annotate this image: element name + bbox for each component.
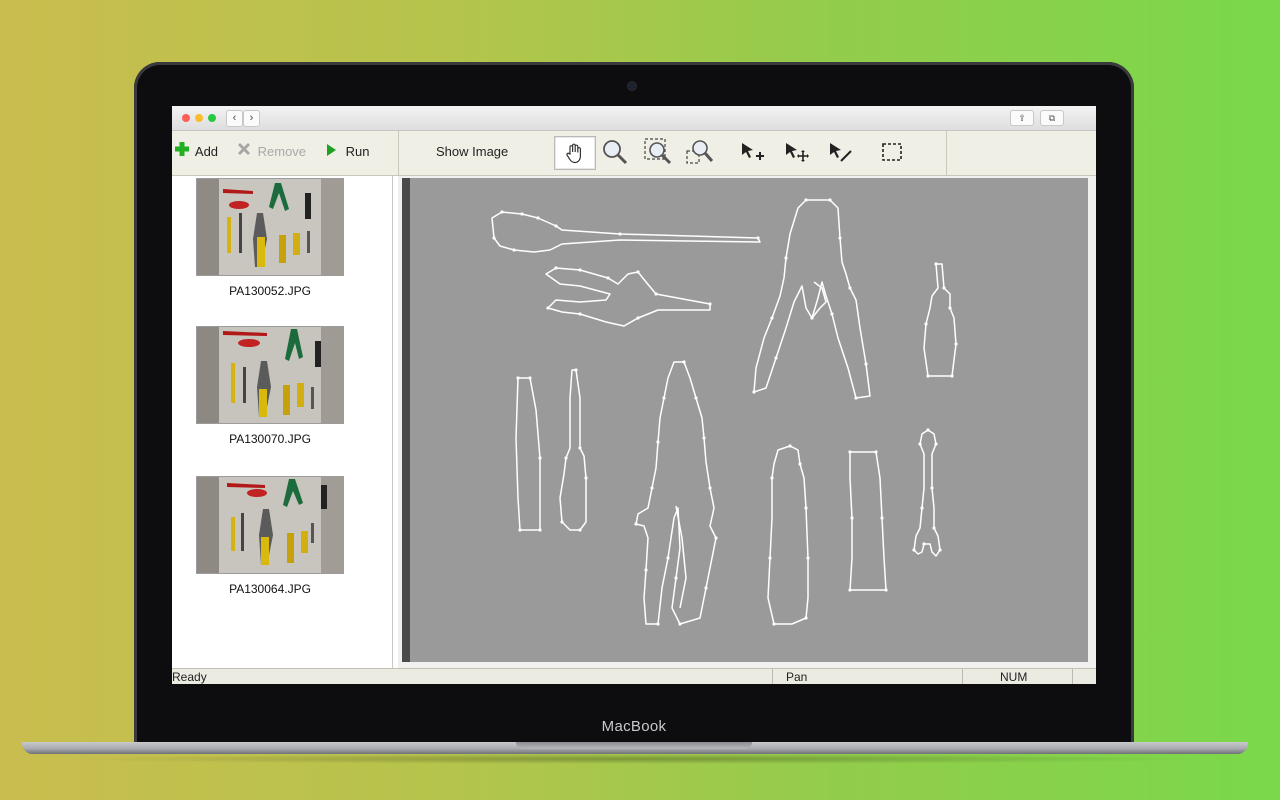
screwdriver-outline	[491, 211, 761, 253]
delete-point-tool-button[interactable]	[820, 136, 860, 168]
share-icon[interactable]: ⇪	[1010, 110, 1034, 126]
status-bar: Ready Pan NUM	[172, 668, 1096, 684]
laptop-notch	[516, 742, 752, 749]
small-screwdriver-outline	[923, 263, 957, 377]
close-window-button[interactable]	[182, 114, 190, 122]
zoom-out-tool-button[interactable]	[680, 136, 720, 168]
delete-point-icon	[830, 143, 852, 162]
vertical-screwdriver-outline	[559, 369, 587, 531]
utility-knife-outline	[767, 445, 809, 625]
long-pliers-inner-outline	[675, 505, 687, 609]
play-icon	[324, 142, 342, 164]
status-separator	[1072, 669, 1073, 684]
status-num: NUM	[1000, 670, 1028, 684]
snips-outline	[753, 199, 871, 399]
tools-thumbnail	[196, 326, 344, 424]
app-window: ‹ › ⇪ ⧉ Add Remove Run Show Image PA1300…	[172, 106, 1096, 684]
pliers-outline	[545, 267, 711, 327]
select-rect-tool-button[interactable]	[872, 136, 912, 168]
show-image-label: Show Image	[436, 144, 509, 159]
zoom-region-icon	[644, 138, 672, 165]
vertex-points	[492, 198, 958, 626]
forward-button[interactable]: ›	[243, 110, 260, 127]
add-button[interactable]: Add	[174, 141, 218, 163]
annotation-canvas[interactable]	[402, 178, 1088, 662]
canvas-frame	[398, 176, 1096, 668]
image-list-item[interactable]: PA130064.JPG	[196, 476, 344, 596]
image-filename: PA130070.JPG	[229, 432, 311, 446]
add-point-icon	[742, 143, 764, 160]
tools-thumbnail	[196, 476, 344, 574]
saw-blade-outline	[849, 451, 887, 591]
move-point-tool-button[interactable]	[776, 136, 816, 168]
wrench-outline	[913, 429, 941, 557]
long-pliers-outline	[635, 361, 717, 625]
add-point-tool-button[interactable]	[732, 136, 772, 168]
status-separator	[772, 669, 773, 684]
tools-thumbnail	[196, 178, 344, 276]
remove-label: Remove	[257, 144, 307, 159]
minimize-window-button[interactable]	[195, 114, 203, 122]
image-list-item[interactable]: PA130070.JPG	[196, 326, 344, 446]
pan-hand-icon	[566, 143, 581, 164]
zoom-region-tool-button[interactable]	[638, 136, 678, 168]
status-separator	[962, 669, 963, 684]
zoom-window-button[interactable]	[208, 114, 216, 122]
add-label: Add	[194, 144, 219, 159]
toolbar-separator	[946, 131, 947, 175]
image-list-item[interactable]: PA130052.JPG	[196, 178, 344, 298]
toolbar: Add Remove Run Show Image	[172, 131, 1096, 176]
move-point-icon	[786, 143, 809, 162]
pan-tool-button[interactable]	[554, 136, 596, 170]
tabs-icon[interactable]: ⧉	[1040, 110, 1064, 126]
status-text: Ready	[172, 670, 207, 684]
camera-icon	[628, 82, 636, 90]
remove-button[interactable]: Remove	[236, 141, 306, 163]
macbook-label: MacBook	[601, 718, 667, 735]
title-bar: ‹ › ⇪ ⧉	[172, 106, 1096, 131]
select-rect-icon	[882, 143, 902, 161]
zoom-icon	[603, 140, 628, 165]
run-button[interactable]: Run	[324, 141, 369, 163]
blade-outline	[515, 377, 541, 531]
run-label: Run	[345, 144, 370, 159]
image-filename: PA130052.JPG	[229, 284, 311, 298]
remove-x-icon	[236, 141, 254, 164]
zoom-tool-button[interactable]	[595, 136, 635, 168]
back-button[interactable]: ‹	[226, 110, 243, 127]
image-filename: PA130064.JPG	[229, 582, 311, 596]
zoom-out-icon	[686, 140, 714, 164]
laptop-shadow	[60, 754, 1210, 764]
show-image-button[interactable]: Show Image	[436, 141, 508, 163]
toolbar-separator	[398, 131, 399, 175]
image-list: PA130052.JPG PA130070.JPG PA130064.JPG	[172, 176, 393, 668]
status-mode: Pan	[786, 670, 808, 684]
outline-layer	[491, 198, 958, 626]
plus-icon	[174, 141, 192, 164]
